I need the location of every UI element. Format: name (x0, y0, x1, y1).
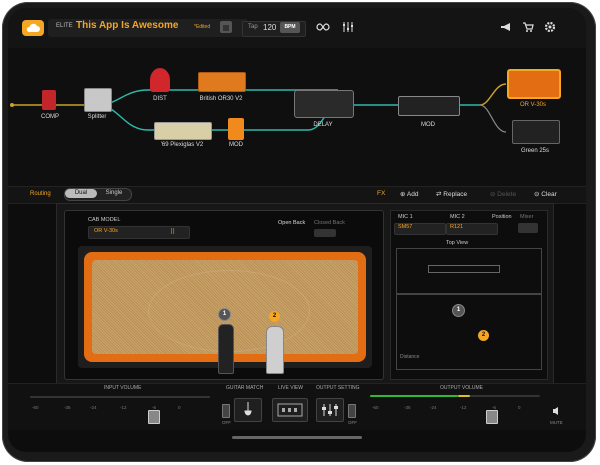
routing-dual-button[interactable]: Dual (65, 189, 97, 198)
gear-icon[interactable] (544, 21, 556, 36)
output-scale-label: -60 (372, 405, 379, 410)
output-setting-button[interactable] (316, 398, 344, 422)
guitar-match-label: GUITAR MATCH (226, 385, 264, 391)
mic2-value: R121 (450, 224, 464, 230)
top-view-label: Top View (446, 240, 469, 246)
cab-model-label: CAB MODEL (88, 217, 121, 223)
input-meter (30, 396, 210, 398)
edited-indicator: *Edited (194, 24, 211, 30)
mic2-image[interactable] (266, 326, 284, 374)
mic2-label: MIC 2 (450, 214, 465, 220)
input-volume-fader[interactable] (148, 410, 160, 424)
position-mic2-badge[interactable]: 2 (478, 330, 489, 341)
live-view-label: LIVE VIEW (278, 385, 304, 391)
module-label-splitter: Splitter (87, 114, 107, 120)
top-view-speaker (428, 265, 500, 273)
dist-pedal[interactable] (150, 68, 170, 92)
replace-button[interactable]: ⇄ Replace (436, 190, 467, 198)
position-mic1-badge[interactable]: 1 (452, 304, 465, 317)
comp-pedal[interactable] (42, 90, 56, 110)
module-label-dist: DIST (153, 96, 167, 102)
splitter-module[interactable] (84, 88, 112, 112)
guitar-match-off-label: OFF (222, 420, 231, 425)
guitar-match-button[interactable] (234, 398, 262, 422)
mixer-icon[interactable] (342, 21, 354, 36)
british-amp-module[interactable] (198, 72, 246, 92)
mic1-image[interactable] (218, 324, 234, 374)
mod-rack-module[interactable] (398, 96, 460, 116)
app-screen: ELITE This App Is Awesome *Edited Tap 12… (8, 8, 586, 452)
input-scale-label: -12 (120, 405, 127, 410)
bpm-value[interactable]: 120 (263, 23, 276, 32)
routing-label: Routing (30, 191, 51, 197)
mod-pedal[interactable] (228, 118, 244, 140)
speaker-icon[interactable] (552, 406, 562, 419)
module-label-delay: DELAY (313, 122, 333, 128)
module-label-green25: Green 25s (520, 148, 550, 154)
delete-button[interactable]: ⊖ Delete (490, 190, 516, 198)
tap-tempo-button[interactable]: Tap (248, 24, 258, 30)
plexi-amp-module[interactable] (154, 122, 212, 140)
closed-back-option[interactable]: Closed Back (314, 220, 345, 226)
preset-name[interactable]: This App Is Awesome (76, 20, 178, 31)
output-volume-fader[interactable] (486, 410, 498, 424)
home-indicator[interactable] (232, 436, 362, 439)
mic1-label: MIC 1 (398, 214, 413, 220)
distance-label: Distance (400, 354, 420, 360)
routing-single-button[interactable]: Single (99, 189, 129, 198)
output-scale-label: -24 (430, 405, 437, 410)
input-scale-label: -36 (64, 405, 71, 410)
live-view-icon (277, 403, 303, 417)
open-back-option[interactable]: Open Back (278, 220, 305, 226)
mic1-value: SM57 (398, 224, 413, 230)
output-setting-toggle[interactable] (348, 404, 356, 418)
guitar-match-toggle[interactable] (222, 404, 230, 418)
live-view-button[interactable] (272, 398, 308, 422)
mute-label: MUTE (550, 420, 563, 425)
delay-module[interactable] (294, 90, 354, 118)
green25s-cab-module[interactable] (512, 120, 560, 144)
module-label-mod: MOD (229, 142, 243, 148)
module-label-british: British OR30 V2 (199, 96, 243, 102)
module-label-orv30: OR V-30s (519, 102, 546, 108)
cart-icon[interactable] (522, 21, 534, 36)
mic1-badge: 1 (218, 308, 231, 321)
or-v30s-cab-module[interactable] (508, 70, 560, 98)
preset-tag: ELITE (56, 23, 73, 29)
back-toggle[interactable] (314, 229, 336, 237)
output-setting-off-label: OFF (348, 420, 357, 425)
output-setting-icon (322, 404, 338, 416)
input-volume-label: INPUT VOLUME (104, 385, 142, 391)
add-button[interactable]: ⊕ Add (400, 190, 418, 198)
output-scale-label: 0 (518, 405, 521, 410)
module-label-plexi: '69 Plexiglas V2 (160, 142, 204, 148)
mixer-option[interactable]: Mixer (520, 214, 533, 220)
position-toggle[interactable] (518, 223, 538, 233)
clear-button[interactable]: ⊝ Clear (534, 190, 557, 198)
position-option[interactable]: Position (492, 214, 512, 220)
input-scale-label: 0 (178, 405, 181, 410)
output-setting-label: OUTPUT SETTING (316, 385, 360, 391)
mic2-badge: 2 (269, 311, 280, 322)
input-scale-label: -60 (32, 405, 39, 410)
output-scale-label: -12 (460, 405, 467, 410)
preset-list-icon[interactable] (220, 21, 232, 33)
output-scale-label: -36 (404, 405, 411, 410)
cab-model-value: OR V-30s (94, 228, 118, 234)
add-icon: ⊕ (400, 191, 407, 198)
grid-icon[interactable]: ⠿ (170, 228, 175, 236)
fx-label[interactable]: FX (377, 190, 385, 197)
input-scale-label: -24 (90, 405, 97, 410)
output-meter-level (370, 395, 458, 397)
megaphone-icon[interactable] (500, 21, 512, 36)
loop-icon[interactable] (316, 21, 330, 36)
output-volume-label: OUTPUT VOLUME (440, 385, 483, 391)
cloud-logo-icon[interactable] (22, 20, 44, 36)
bpm-label: BPM (280, 22, 300, 33)
output-meter-peak (458, 395, 470, 397)
guitar-icon (244, 402, 252, 416)
module-label-mod-rack: MOD (421, 122, 435, 128)
